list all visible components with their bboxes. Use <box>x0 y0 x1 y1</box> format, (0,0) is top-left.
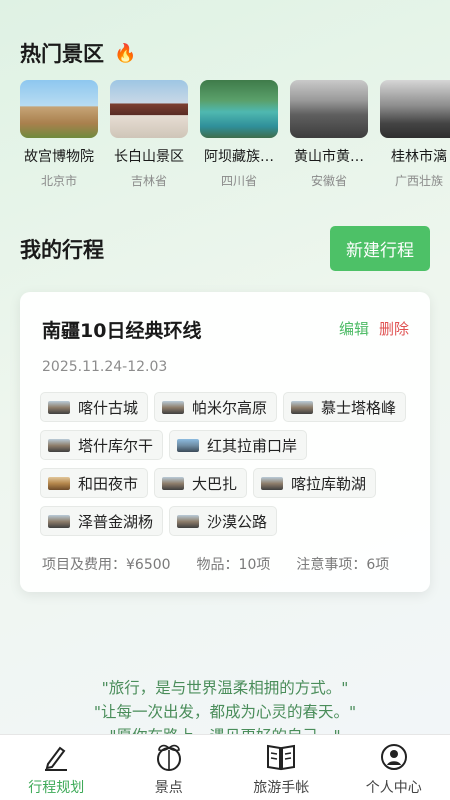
travel-quotes: "旅行，是与世界温柔相拥的方式。" "让每一次出发，都成为心灵的春天。" "愿你… <box>0 676 450 736</box>
user-icon <box>378 741 410 773</box>
spot-name: 阿坝藏族… <box>204 149 274 165</box>
trip-card[interactable]: 南疆10日经典环线 编辑 删除 2025.11.24-12.03 喀什古城 帕米… <box>20 292 430 592</box>
spot-province: 吉林省 <box>130 174 167 188</box>
hot-spots-title: 热门景区 <box>20 42 104 66</box>
tag-thumbnail <box>177 438 200 452</box>
spot-card[interactable]: 故宫博物院 北京市 <box>20 80 98 189</box>
leaf-globe-icon <box>153 741 185 773</box>
tag-thumbnail <box>162 476 185 490</box>
tag-thumbnail <box>177 514 200 528</box>
nav-item-spots[interactable]: 景点 <box>113 735 226 800</box>
my-trips-label: 我的行程 <box>20 238 104 262</box>
tag-label: 帕米尔高原 <box>192 398 268 417</box>
spot-image <box>110 80 188 138</box>
tag-label: 喀拉库勒湖 <box>291 474 367 493</box>
pen-icon <box>40 741 72 773</box>
nav-label: 个人中心 <box>365 780 422 796</box>
trip-stats: 项目及费用：¥6500 物品：10项 注意事项：6项 <box>42 554 389 574</box>
bottom-nav: 行程规划 景点 旅游手帐 个人中心 <box>0 734 450 800</box>
tag-thumbnail <box>162 400 185 414</box>
trip-cost: 项目及费用：¥6500 <box>42 557 171 573</box>
trip-tag[interactable]: 帕米尔高原 <box>154 392 278 422</box>
tag-label: 沙漠公路 <box>207 512 268 531</box>
trip-tag[interactable]: 塔什库尔干 <box>40 430 164 460</box>
tag-label: 喀什古城 <box>78 398 139 417</box>
trip-tag[interactable]: 泽普金湖杨 <box>40 506 164 536</box>
quote-line: "旅行，是与世界温柔相拥的方式。" <box>101 679 349 697</box>
hot-spots-header: 热门景区 🔥 <box>20 38 136 68</box>
tag-label: 泽普金湖杨 <box>78 512 154 531</box>
tag-label: 慕士塔格峰 <box>321 398 397 417</box>
spot-card[interactable]: 黄山市黄… 安徽省 <box>290 80 368 189</box>
trip-tag[interactable]: 红其拉甫口岸 <box>169 430 308 460</box>
nav-label: 景点 <box>154 780 183 796</box>
my-trips-title: 我的行程 <box>20 234 104 264</box>
edit-button[interactable]: 编辑 <box>339 318 369 339</box>
delete-button[interactable]: 删除 <box>379 318 409 339</box>
spot-card[interactable]: 长白山景区 吉林省 <box>110 80 188 189</box>
spot-image <box>380 80 450 138</box>
nav-item-travel-journal[interactable]: 旅游手帐 <box>225 735 338 800</box>
tag-thumbnail <box>261 476 284 490</box>
tag-label: 和田夜市 <box>78 474 139 493</box>
fire-icon: 🔥 <box>114 42 137 64</box>
nav-item-trip-planning[interactable]: 行程规划 <box>0 735 113 800</box>
nav-label: 行程规划 <box>28 780 85 796</box>
trip-tag[interactable]: 大巴扎 <box>154 468 248 498</box>
hot-spots-carousel[interactable]: 故宫博物院 北京市 长白山景区 吉林省 阿坝藏族… 四川省 黄山市黄… 安徽省 … <box>20 80 450 190</box>
quote-line: "让每一次出发，都成为心灵的春天。" <box>93 703 357 721</box>
trip-tag[interactable]: 喀拉库勒湖 <box>253 468 377 498</box>
spot-image <box>290 80 368 138</box>
spot-province: 北京市 <box>40 174 77 188</box>
trip-notes: 注意事项：6项 <box>296 557 390 573</box>
trip-tags: 喀什古城 帕米尔高原 慕士塔格峰 塔什库尔干 红其拉甫口岸 和田夜市 大巴扎 喀… <box>40 392 420 544</box>
trip-dates: 2025.11.24-12.03 <box>42 359 168 375</box>
spot-card[interactable]: 桂林市漓 广西壮族 <box>380 80 450 189</box>
tag-thumbnail <box>48 476 70 490</box>
spot-name: 长白山景区 <box>114 149 184 165</box>
spot-province: 广西壮族 <box>394 174 443 188</box>
nav-item-profile[interactable]: 个人中心 <box>338 735 450 800</box>
spot-image <box>20 80 98 138</box>
trip-tag[interactable]: 慕士塔格峰 <box>283 392 407 422</box>
tag-thumbnail <box>48 400 70 414</box>
trip-items: 物品：10项 <box>196 557 271 573</box>
new-trip-button[interactable]: 新建行程 <box>330 226 430 271</box>
tag-label: 红其拉甫口岸 <box>207 436 298 455</box>
spot-province: 安徽省 <box>310 174 347 188</box>
spot-card[interactable]: 阿坝藏族… 四川省 <box>200 80 278 189</box>
tag-thumbnail <box>291 400 314 414</box>
spot-image <box>200 80 278 138</box>
trip-title: 南疆10日经典环线 <box>42 320 202 342</box>
trip-tag[interactable]: 沙漠公路 <box>169 506 278 536</box>
nav-label: 旅游手帐 <box>253 780 310 796</box>
spot-name: 桂林市漓 <box>391 149 447 165</box>
trip-tag[interactable]: 和田夜市 <box>40 468 149 498</box>
trip-tag[interactable]: 喀什古城 <box>40 392 149 422</box>
tag-thumbnail <box>48 438 70 452</box>
spot-name: 故宫博物院 <box>24 149 94 165</box>
book-icon <box>265 741 297 773</box>
tag-thumbnail <box>48 514 70 528</box>
tag-label: 塔什库尔干 <box>78 436 154 455</box>
tag-label: 大巴扎 <box>192 474 238 493</box>
app-screen: 热门景区 🔥 故宫博物院 北京市 长白山景区 吉林省 阿坝藏族… 四川省 黄山市… <box>0 0 450 800</box>
spot-name: 黄山市黄… <box>294 149 364 165</box>
spot-province: 四川省 <box>220 174 257 188</box>
